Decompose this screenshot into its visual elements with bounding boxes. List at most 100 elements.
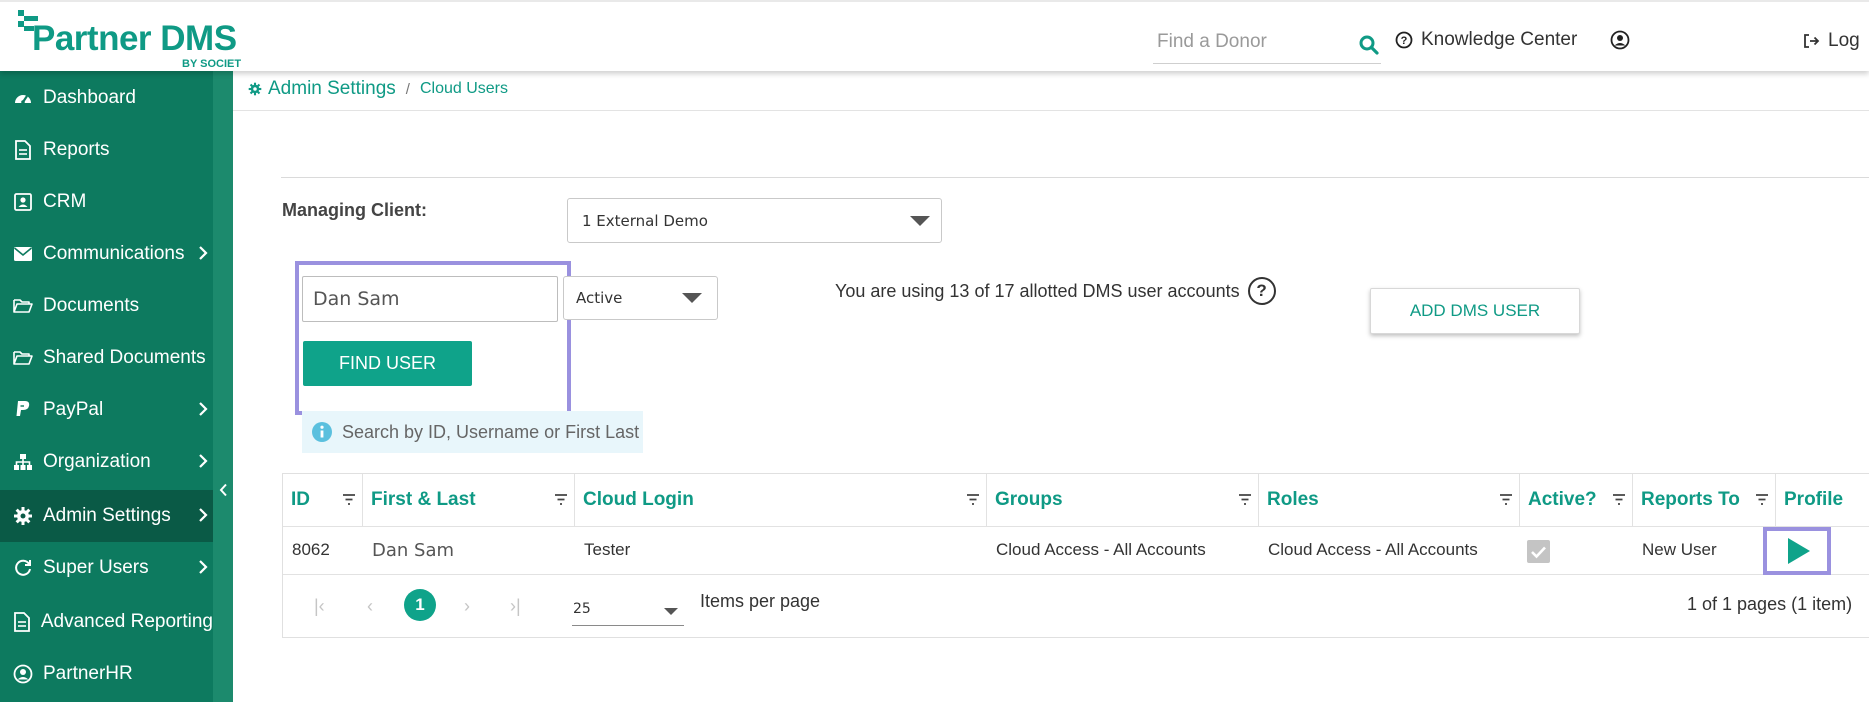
cell-id: 8062	[292, 540, 330, 559]
user-profile-icon[interactable]	[1610, 30, 1630, 50]
document-icon	[12, 139, 34, 161]
sidebar-item-label: Advanced Reporting	[40, 611, 213, 632]
sidebar-item-admin-settings[interactable]: Admin Settings	[0, 490, 213, 542]
column-header-label: ID	[291, 489, 310, 510]
sidebar-item-label: Documents	[43, 295, 140, 316]
find-user-label: FIND USER	[338, 353, 436, 373]
column-header-label: Active?	[1528, 489, 1597, 510]
items-per-page-label: Items per page	[700, 591, 821, 611]
checkmark-icon	[1531, 546, 1546, 559]
breadcrumb: Admin Settings / Cloud Users	[248, 77, 508, 101]
cell-groups: Cloud Access - All Accounts	[996, 540, 1206, 559]
folder-open-icon	[12, 295, 34, 317]
sidebar-item-label: Organization	[43, 451, 151, 472]
column-header-profile: Profile	[1776, 474, 1869, 526]
prev-page-icon[interactable]: ‹	[367, 596, 373, 617]
last-page-icon[interactable]: ›|	[510, 596, 521, 617]
filter-icon[interactable]	[966, 493, 980, 507]
filter-icon[interactable]	[1755, 493, 1769, 507]
paypal-icon	[12, 399, 34, 421]
user-search-input[interactable]: Dan Sam	[302, 276, 558, 322]
brand-logo[interactable]: Partner DMS BY SOCIET	[14, 6, 254, 70]
status-select[interactable]: Active	[563, 276, 718, 320]
sidebar-item-advanced-reporting[interactable]: Advanced Reporting	[0, 596, 213, 648]
add-dms-user-button[interactable]: ADD DMS USER	[1370, 288, 1580, 334]
svg-text:?: ?	[1401, 35, 1408, 47]
first-page-icon[interactable]: |‹	[314, 596, 325, 617]
sidebar-item-crm[interactable]: CRM	[0, 176, 213, 228]
sidebar-item-reports[interactable]: Reports	[0, 124, 213, 176]
gear-icon	[12, 505, 34, 527]
column-header-groups[interactable]: Groups	[987, 474, 1259, 526]
sidebar-item-organization[interactable]: Organization	[0, 436, 213, 488]
sidebar-item-label: PartnerHR	[43, 663, 133, 684]
active-checkbox	[1527, 540, 1550, 563]
search-icon[interactable]	[1359, 35, 1379, 55]
column-header-id[interactable]: ID	[283, 474, 363, 526]
sidebar-item-paypal[interactable]: PayPal	[0, 384, 213, 436]
column-header-label: Profile	[1784, 489, 1844, 510]
help-icon[interactable]: ?	[1247, 277, 1276, 305]
sidebar-item-super-users[interactable]: Super Users	[0, 542, 213, 594]
sidebar-item-label: Super Users	[43, 557, 149, 578]
column-header-name[interactable]: First & Last	[363, 474, 575, 526]
refresh-icon	[12, 557, 34, 579]
section-divider	[281, 177, 1869, 178]
sidebar-item-label: PayPal	[43, 399, 104, 420]
filter-icon[interactable]	[1612, 493, 1626, 507]
collapse-sidebar-icon[interactable]	[219, 483, 229, 497]
column-header-roles[interactable]: Roles	[1259, 474, 1520, 526]
sidebar-item-label: Reports	[43, 139, 110, 160]
logout-link[interactable]: Log	[1802, 29, 1860, 53]
play-profile-icon[interactable]	[1786, 537, 1812, 565]
sidebar-item-partnerhr[interactable]: PartnerHR	[0, 648, 213, 700]
caret-down-icon	[910, 216, 930, 226]
cell-name: Dan Sam	[372, 539, 455, 561]
caret-down-icon	[682, 293, 702, 303]
knowledge-center-link[interactable]: ? Knowledge Center	[1395, 28, 1577, 52]
user-search-value: Dan Sam	[313, 288, 400, 310]
knowledge-center-label: Knowledge Center	[1421, 29, 1578, 50]
donor-search-input[interactable]: Find a Donor	[1157, 31, 1267, 53]
column-header-active[interactable]: Active?	[1520, 474, 1633, 526]
page-number: 1	[415, 595, 425, 614]
breadcrumb-separator: /	[405, 80, 410, 98]
sidebar-item-shared-documents[interactable]: Shared Documents	[0, 332, 213, 384]
pagination-summary: 1 of 1 pages (1 item)	[1687, 594, 1853, 614]
envelope-icon	[12, 243, 34, 265]
chevron-right-icon	[199, 454, 208, 468]
column-header-label: First & Last	[371, 489, 476, 510]
logout-label: Log	[1828, 30, 1860, 51]
question-circle-icon: ?	[1395, 31, 1413, 49]
filter-icon[interactable]	[1499, 493, 1513, 507]
document-icon	[12, 611, 32, 633]
donor-search[interactable]: Find a Donor	[1153, 22, 1381, 64]
sidebar-item-dashboard[interactable]: Dashboard	[0, 72, 213, 124]
status-select-value: Active	[576, 289, 623, 307]
cell-reports-to: New User	[1642, 540, 1717, 559]
sidebar-item-communications[interactable]: Communications	[0, 228, 213, 280]
dashboard-icon	[12, 87, 34, 109]
breadcrumb-admin-settings[interactable]: Admin Settings	[268, 78, 396, 100]
top-bar: Partner DMS BY SOCIET Find a Donor ? Kno…	[0, 0, 1869, 71]
next-page-icon[interactable]: ›	[464, 596, 470, 617]
sidebar-collapse-rail[interactable]	[213, 71, 233, 702]
find-user-button[interactable]: FIND USER	[303, 341, 472, 386]
page-size-select[interactable]: 25	[572, 596, 684, 626]
filter-icon[interactable]	[342, 493, 356, 507]
managing-client-label: Managing Client:	[282, 200, 427, 220]
info-circle-icon	[312, 422, 332, 442]
managing-client-select[interactable]: 1 External Demo	[567, 198, 942, 243]
cell-roles: Cloud Access - All Accounts	[1268, 540, 1478, 559]
sidebar-item-documents[interactable]: Documents	[0, 280, 213, 332]
page-1-button[interactable]: 1	[404, 589, 436, 621]
table-row-bottom-border	[283, 574, 1869, 575]
column-header-reports-to[interactable]: Reports To	[1633, 474, 1776, 526]
filter-icon[interactable]	[554, 493, 568, 507]
column-header-cloud-login[interactable]: Cloud Login	[575, 474, 987, 526]
chevron-right-icon	[199, 246, 208, 260]
filter-icon[interactable]	[1238, 493, 1252, 507]
sidebar-item-label: Shared Documents	[43, 347, 206, 368]
sidebar-item-label: Admin Settings	[43, 505, 171, 526]
column-header-label: Cloud Login	[583, 489, 694, 510]
